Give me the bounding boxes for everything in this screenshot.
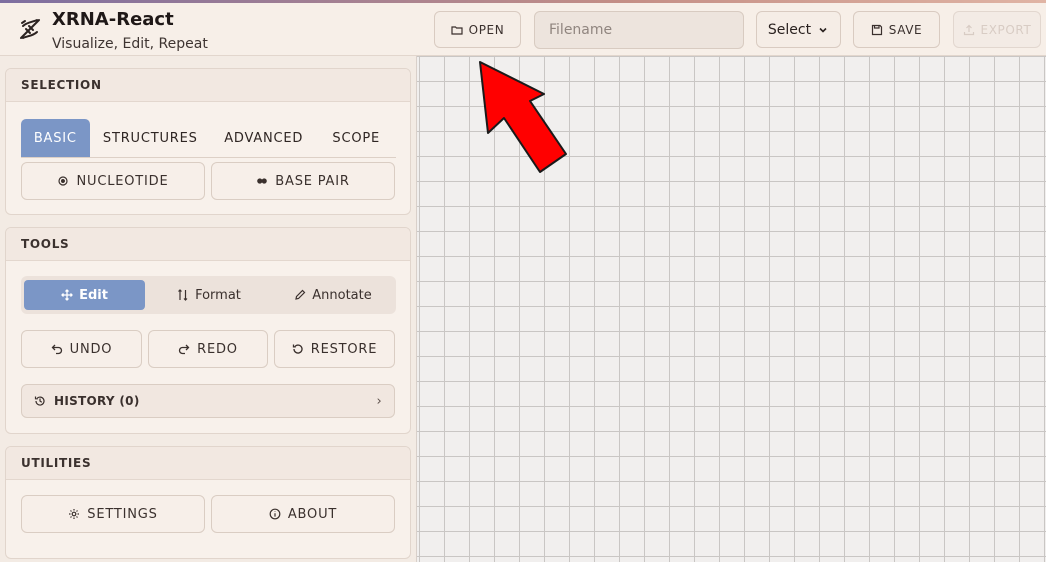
redo-icon bbox=[179, 344, 190, 355]
export-button[interactable]: EXPORT bbox=[953, 11, 1041, 48]
tab-advanced[interactable]: ADVANCED bbox=[211, 119, 316, 157]
filename-input[interactable] bbox=[534, 11, 744, 49]
history-label: HISTORY (0) bbox=[54, 394, 140, 408]
tools-heading: TOOLS bbox=[6, 228, 410, 261]
utilities-panel: UTILITIES SETTINGS ABOUT bbox=[5, 446, 411, 559]
format-mode-button[interactable]: Format bbox=[149, 280, 269, 310]
tool-mode-group: Edit Format Annotate bbox=[21, 276, 396, 314]
open-button-label: OPEN bbox=[468, 22, 505, 37]
export-icon bbox=[963, 24, 974, 35]
app-header: XRNA-React Visualize, Edit, Repeat OPEN … bbox=[0, 3, 1046, 56]
folder-icon bbox=[451, 25, 463, 35]
format-mode-label: Format bbox=[195, 287, 241, 303]
format-icon bbox=[178, 289, 188, 301]
info-icon bbox=[269, 508, 281, 520]
gear-icon bbox=[69, 509, 80, 519]
open-button[interactable]: OPEN bbox=[434, 11, 521, 48]
sidebar: SELECTION BASIC STRUCTURES ADVANCED SCOP… bbox=[0, 56, 416, 562]
undo-button[interactable]: UNDO bbox=[21, 330, 142, 368]
tools-panel: TOOLS Edit Format Annotate UNDO REDO RES… bbox=[5, 227, 411, 434]
utilities-heading: UTILITIES bbox=[6, 447, 410, 480]
edit-mode-button[interactable]: Edit bbox=[24, 280, 145, 310]
settings-button[interactable]: SETTINGS bbox=[21, 495, 205, 533]
app-title: XRNA-React bbox=[52, 9, 174, 30]
pencil-icon bbox=[295, 289, 306, 300]
move-icon bbox=[61, 289, 73, 301]
select-dropdown-label: Select bbox=[767, 21, 812, 38]
dna-helix-icon bbox=[20, 19, 40, 39]
save-button[interactable]: SAVE bbox=[853, 11, 940, 48]
redo-button[interactable]: REDO bbox=[148, 330, 268, 368]
annotation-arrow-icon bbox=[479, 61, 567, 173]
save-icon bbox=[871, 24, 882, 35]
export-button-label: EXPORT bbox=[980, 22, 1032, 37]
undo-button-label: UNDO bbox=[69, 341, 113, 357]
restore-icon bbox=[292, 344, 303, 354]
about-button-label: ABOUT bbox=[287, 506, 338, 522]
base-pair-button[interactable]: BASE PAIR bbox=[211, 162, 395, 200]
base-pair-button-label: BASE PAIR bbox=[275, 173, 350, 189]
tab-structures[interactable]: STRUCTURES bbox=[90, 119, 211, 157]
settings-button-label: SETTINGS bbox=[87, 506, 158, 522]
link-icon bbox=[257, 178, 268, 184]
edit-mode-label: Edit bbox=[79, 287, 108, 303]
select-dropdown[interactable]: Select bbox=[756, 11, 841, 48]
app-subtitle: Visualize, Edit, Repeat bbox=[52, 36, 208, 52]
save-button-label: SAVE bbox=[888, 22, 923, 37]
selection-heading: SELECTION bbox=[6, 69, 410, 102]
restore-button[interactable]: RESTORE bbox=[274, 330, 395, 368]
history-toggle[interactable]: HISTORY (0) › bbox=[21, 384, 395, 418]
redo-button-label: REDO bbox=[197, 341, 238, 357]
target-icon bbox=[58, 176, 69, 186]
tab-scope[interactable]: SCOPE bbox=[316, 119, 396, 157]
history-icon bbox=[34, 396, 45, 406]
tab-basic[interactable]: BASIC bbox=[21, 119, 90, 157]
restore-button-label: RESTORE bbox=[310, 341, 378, 357]
annotate-mode-label: Annotate bbox=[312, 287, 372, 303]
chevron-right-icon: › bbox=[376, 393, 382, 409]
nucleotide-button-label: NUCLEOTIDE bbox=[76, 173, 169, 189]
annotate-mode-button[interactable]: Annotate bbox=[273, 280, 393, 310]
undo-icon bbox=[51, 344, 62, 355]
selection-tabs: BASIC STRUCTURES ADVANCED SCOPE bbox=[21, 119, 396, 158]
selection-panel: SELECTION BASIC STRUCTURES ADVANCED SCOP… bbox=[5, 68, 411, 215]
nucleotide-button[interactable]: NUCLEOTIDE bbox=[21, 162, 205, 200]
about-button[interactable]: ABOUT bbox=[211, 495, 395, 533]
chevron-down-icon bbox=[819, 27, 827, 33]
